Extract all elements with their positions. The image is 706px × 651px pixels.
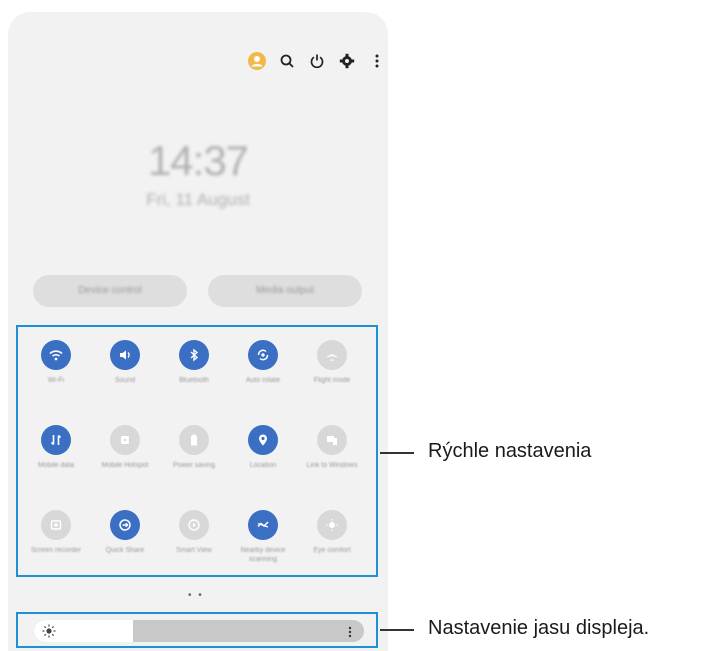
hotspot-icon <box>110 425 140 455</box>
power-icon[interactable] <box>308 52 326 70</box>
callout-line-quick-settings <box>380 452 414 454</box>
quick-setting-label: Power saving <box>172 462 216 469</box>
search-icon[interactable] <box>278 52 296 70</box>
quick-setting-label: Quick Share <box>105 547 145 554</box>
quick-setting-label: Smart View <box>176 547 212 554</box>
quick-setting-mobile-data[interactable]: Mobile data <box>22 425 90 470</box>
quick-setting-label: Mobile data <box>37 462 75 469</box>
quick-setting-link-windows[interactable]: Link to Windows <box>298 425 366 470</box>
quick-setting-label: Nearby device scanning <box>240 547 286 563</box>
power-saving-icon <box>179 425 209 455</box>
sound-icon <box>110 340 140 370</box>
link-windows-icon <box>317 425 347 455</box>
mobile-data-icon <box>41 425 71 455</box>
nearby-scan-icon <box>248 510 278 540</box>
quick-setting-label: Link to Windows <box>306 462 358 469</box>
quick-setting-label: Location <box>249 462 277 469</box>
quick-setting-label: Flight mode <box>313 377 351 384</box>
quick-setting-hotspot[interactable]: Mobile Hotspot <box>91 425 159 470</box>
quick-setting-label: Sound <box>114 377 136 384</box>
settings-gear-icon[interactable] <box>338 52 356 70</box>
quick-setting-airplane[interactable]: Flight mode <box>298 340 366 385</box>
quick-setting-smart-view[interactable]: Smart View <box>160 510 228 555</box>
location-icon <box>248 425 278 455</box>
quick-setting-bluetooth[interactable]: Bluetooth <box>160 340 228 385</box>
wifi-icon <box>41 340 71 370</box>
brightness-slider[interactable] <box>34 620 364 642</box>
page-indicator: • • <box>188 590 204 601</box>
eye-comfort-icon <box>317 510 347 540</box>
auto-rotate-icon <box>248 340 278 370</box>
quick-setting-label: Mobile Hotspot <box>101 462 149 469</box>
callout-brightness: Nastavenie jasu displeja. <box>428 617 650 639</box>
quick-setting-nearby-scan[interactable]: Nearby device scanning <box>229 510 297 564</box>
media-output-button[interactable]: Media output <box>208 275 362 307</box>
quick-setting-label: Eye comfort <box>313 547 351 554</box>
smart-view-icon <box>179 510 209 540</box>
callout-quick-settings: Rýchle nastavenia <box>428 440 592 462</box>
quick-setting-sound[interactable]: Sound <box>91 340 159 385</box>
clock-time: 14:37 <box>147 137 249 184</box>
more-options-icon[interactable] <box>368 52 386 70</box>
device-control-button[interactable]: Device control <box>33 275 187 307</box>
airplane-icon <box>317 340 347 370</box>
quick-setting-eye-comfort[interactable]: Eye comfort <box>298 510 366 555</box>
brightness-more-icon[interactable] <box>348 625 352 638</box>
quick-setting-label: Screen recorder <box>30 547 82 554</box>
quick-setting-wifi[interactable]: Wi-Fi <box>22 340 90 385</box>
quick-setting-label: Auto rotate <box>245 377 281 384</box>
quick-setting-auto-rotate[interactable]: Auto rotate <box>229 340 297 385</box>
brightness-sun-icon <box>42 624 56 643</box>
quick-share-icon <box>110 510 140 540</box>
quick-setting-screen-recorder[interactable]: Screen recorder <box>22 510 90 555</box>
quick-setting-location[interactable]: Location <box>229 425 297 470</box>
quick-setting-quick-share[interactable]: Quick Share <box>91 510 159 555</box>
quick-setting-power-saving[interactable]: Power saving <box>160 425 228 470</box>
quick-setting-label: Bluetooth <box>179 377 209 384</box>
profile-icon[interactable] <box>248 52 266 70</box>
panel-toolbar <box>248 52 386 70</box>
screen-recorder-icon <box>41 510 71 540</box>
callout-line-brightness <box>380 629 414 631</box>
bluetooth-icon <box>179 340 209 370</box>
quick-setting-label: Wi-Fi <box>47 377 65 384</box>
clock-date: Fri, 11 August <box>146 190 250 209</box>
